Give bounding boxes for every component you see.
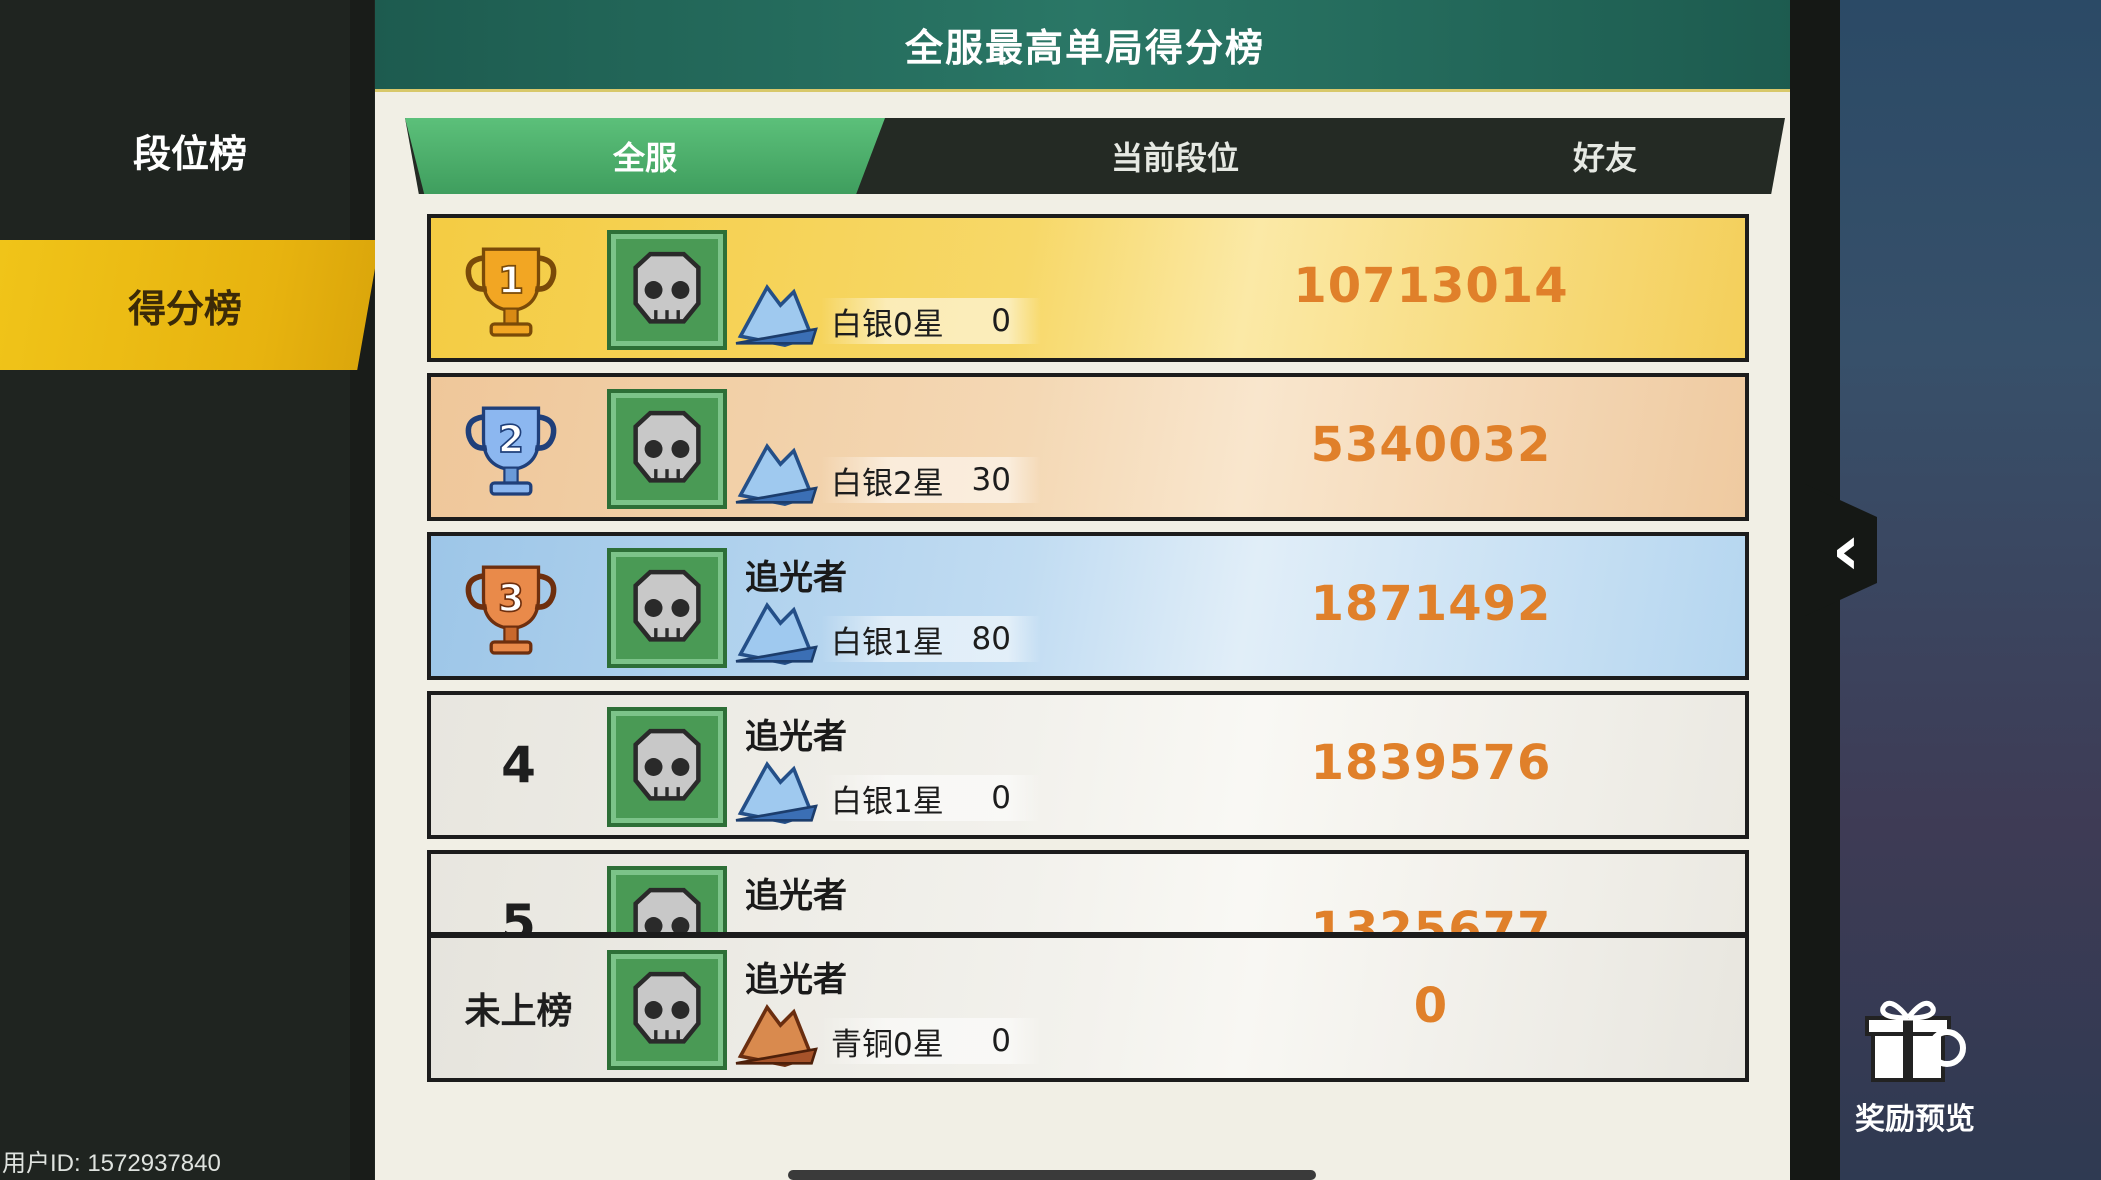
leaderboard-row[interactable]: 5 追光者 1325677 xyxy=(427,850,1749,936)
tab-friends[interactable]: 好友 xyxy=(1455,118,1755,194)
chevron-left-icon: ‹ xyxy=(1831,509,1861,591)
tab-label: 好友 xyxy=(1572,139,1637,177)
leaderboard-panel: 全服最高单局得分榜 全服 当前段位 好友 1 白银0星 0 10713014 2… xyxy=(375,0,1795,1180)
tier-points: 0 xyxy=(991,303,1011,339)
skull-avatar-icon xyxy=(633,887,701,932)
svg-text:2: 2 xyxy=(498,417,524,461)
score-value: 10713014 xyxy=(1293,258,1569,314)
silver-trophy-icon: 2 xyxy=(465,406,557,496)
tab-all-server[interactable]: 全服 xyxy=(405,118,885,194)
avatar xyxy=(607,707,727,827)
reward-preview-button[interactable]: 奖励预览 xyxy=(1840,990,1990,1150)
user-id-label: 用户ID: 1572937840 xyxy=(2,1150,221,1177)
skull-avatar-icon xyxy=(633,251,701,324)
avatar xyxy=(607,389,727,509)
score-value: 0 xyxy=(1413,978,1449,1034)
tier-label: 白银2星 30 xyxy=(821,457,1041,503)
leaderboard-row[interactable]: 4 追光者 白银1星 0 1839576 xyxy=(427,691,1749,839)
rank-number: 4 xyxy=(501,736,536,794)
tier-label: 白银1星 0 xyxy=(821,775,1041,821)
tier-points: 30 xyxy=(971,462,1011,498)
skull-avatar-icon xyxy=(633,971,701,1044)
tier-points: 80 xyxy=(971,621,1011,657)
reward-preview-label: 奖励预览 xyxy=(1855,1102,1975,1137)
leaderboard-row[interactable]: 3 追光者 白银1星 80 1871492 xyxy=(427,532,1749,680)
gift-icon xyxy=(1865,1000,1966,1082)
score-value: 1871492 xyxy=(1310,576,1552,632)
tier-name: 青铜0星 xyxy=(831,1026,944,1063)
player-name: 追光者 xyxy=(745,876,847,916)
tier-points: 0 xyxy=(991,1023,1011,1059)
score-value: 5340032 xyxy=(1310,417,1552,473)
bronze-trophy-icon: 3 xyxy=(465,565,557,655)
page-title: 全服最高单局得分榜 xyxy=(904,26,1265,70)
tier-label: 白银1星 80 xyxy=(821,616,1041,662)
skull-avatar-icon xyxy=(633,728,701,801)
tier-points: 0 xyxy=(991,780,1011,816)
svg-text:1: 1 xyxy=(498,258,524,302)
title-bar: 全服最高单局得分榜 xyxy=(375,0,1795,92)
sidebar-item-label: 段位榜 xyxy=(132,131,247,176)
svg-text:3: 3 xyxy=(498,576,524,620)
tab-label: 全服 xyxy=(612,139,677,177)
score-value: 1325677 xyxy=(1310,902,1552,936)
avatar xyxy=(607,866,727,932)
tier-name: 白银2星 xyxy=(831,465,944,502)
skull-avatar-icon xyxy=(633,410,701,483)
leaderboard-row[interactable]: 2 白银2星 30 5340032 xyxy=(427,373,1749,521)
tier-label: 青铜0星 0 xyxy=(821,1018,1041,1064)
my-rank-status: 未上榜 xyxy=(464,991,573,1032)
tier-label: 白银0星 0 xyxy=(821,298,1041,344)
sidebar-item-score-board[interactable]: 得分榜 xyxy=(0,240,380,370)
tab-label: 当前段位 xyxy=(1110,139,1239,177)
sidebar-item-label: 得分榜 xyxy=(127,286,242,331)
silver-rank-icon xyxy=(735,443,818,506)
tier-name: 白银1星 xyxy=(831,783,944,820)
avatar xyxy=(607,230,727,350)
silver-rank-icon xyxy=(735,284,818,347)
tier-name: 白银1星 xyxy=(831,624,944,661)
leaderboard-row[interactable]: 1 白银0星 0 10713014 xyxy=(427,214,1749,362)
avatar xyxy=(607,950,727,1070)
rank-number: 5 xyxy=(501,894,536,936)
tier-name: 白银0星 xyxy=(831,306,944,343)
skull-avatar-icon xyxy=(633,569,701,642)
silver-rank-icon xyxy=(735,761,818,824)
home-indicator[interactable] xyxy=(788,1170,1316,1180)
my-rank-row[interactable]: 未上榜 追光者 青铜0星 0 0 xyxy=(427,934,1749,1082)
tab-current-tier[interactable]: 当前段位 xyxy=(975,118,1375,194)
avatar xyxy=(607,548,727,668)
sidebar-item-rank-board[interactable]: 段位榜 xyxy=(0,110,380,190)
score-value: 1839576 xyxy=(1310,735,1552,791)
silver-rank-icon xyxy=(735,602,818,665)
gold-trophy-icon: 1 xyxy=(465,247,557,337)
bronze-rank-icon xyxy=(735,1004,818,1067)
